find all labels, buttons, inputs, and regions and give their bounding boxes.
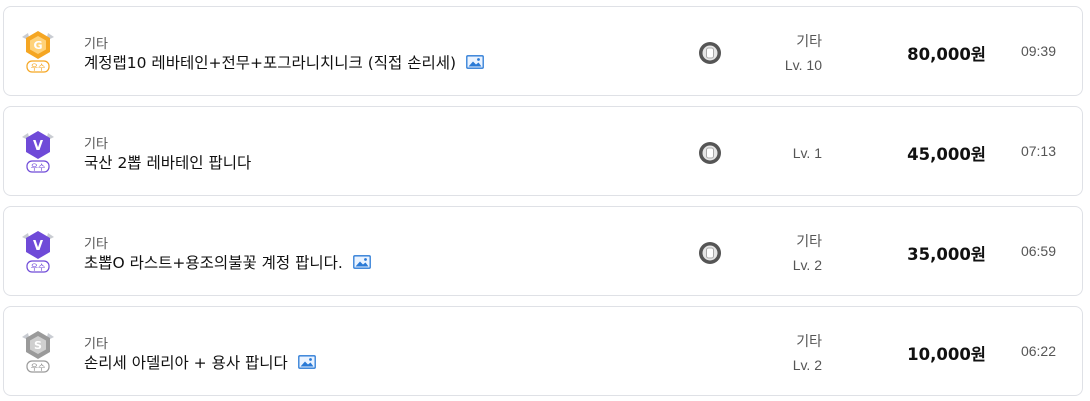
meta-category: 기타: [796, 33, 822, 49]
listing-card[interactable]: V 우수 기타 국산 2뽑 레바테인 팝니다 Lv. 1 45,000원 07:…: [3, 106, 1083, 196]
badge-label: 우수: [31, 63, 46, 72]
seller-status-icon: [698, 41, 722, 65]
listing-price: 35,000원: [907, 245, 986, 264]
meta-category: 기타: [796, 233, 822, 249]
silver-grade-badge-icon: S 우수: [18, 327, 58, 379]
listing-category: 기타: [84, 336, 108, 351]
listing-card[interactable]: G 우수 기타 계정랩10 레바테인+전무+포그라니치니크 (직접 손리세) 기…: [3, 6, 1083, 96]
vip-grade-badge-icon: V 우수: [18, 227, 58, 279]
account-level: Lv. 2: [792, 257, 822, 273]
badge-letter: V: [33, 139, 43, 154]
listing-time: 06:22: [1020, 343, 1056, 359]
listing-title-text: 계정랩10 레바테인+전무+포그라니치니크 (직접 손리세): [84, 54, 457, 72]
gold-grade-badge-icon: G 우수: [18, 27, 58, 79]
listing-meta: 기타 Lv. 10: [785, 31, 822, 73]
seller-status-icon: [698, 241, 722, 265]
listing-title[interactable]: 손리세 아델리아 + 용사 팝니다: [84, 351, 316, 373]
listing-card[interactable]: V 우수 기타 초뽑O 라스트+용조의불꽃 계정 팝니다. 기타 Lv. 2 3…: [3, 206, 1083, 296]
listing-meta: 기타 Lv. 2: [793, 331, 822, 373]
listing-meta: 기타 Lv. 2: [793, 231, 822, 273]
listing-title-text: 초뽑O 라스트+용조의불꽃 계정 팝니다.: [84, 254, 343, 272]
badge-letter: G: [33, 39, 42, 52]
listing-title[interactable]: 계정랩10 레바테인+전무+포그라니치니크 (직접 손리세): [84, 51, 484, 73]
badge-label: 우수: [31, 163, 46, 172]
image-attachment-icon: [297, 355, 316, 369]
vip-grade-badge-icon: V 우수: [18, 127, 58, 179]
listing-price: 80,000원: [907, 45, 986, 64]
listing-time: 07:13: [1020, 143, 1056, 159]
listing-category: 기타: [84, 36, 108, 51]
listing-title-text: 국산 2뽑 레바테인 팝니다: [84, 154, 252, 172]
listing-title[interactable]: 초뽑O 라스트+용조의불꽃 계정 팝니다.: [84, 251, 371, 273]
seller-status-icon: [698, 141, 722, 165]
badge-letter: S: [34, 339, 42, 352]
listing-time: 09:39: [1020, 43, 1056, 59]
image-attachment-icon: [466, 55, 484, 69]
listing-price: 10,000원: [907, 345, 986, 364]
account-level: Lv. 2: [792, 357, 822, 373]
listing-title[interactable]: 국산 2뽑 레바테인 팝니다: [84, 151, 251, 173]
image-attachment-icon: [352, 255, 371, 269]
listing-time: 06:59: [1020, 243, 1056, 259]
listing-meta: Lv. 1: [793, 145, 822, 161]
badge-label: 우수: [31, 363, 46, 372]
listing-title-text: 손리세 아델리아 + 용사 팝니다: [84, 354, 288, 372]
badge-label: 우수: [31, 263, 46, 272]
listing-category: 기타: [84, 136, 108, 151]
account-level: Lv. 1: [792, 145, 822, 161]
account-level: Lv. 10: [784, 57, 822, 73]
listing-price: 45,000원: [907, 145, 986, 164]
listing-category: 기타: [84, 236, 108, 251]
meta-category: 기타: [796, 333, 822, 349]
badge-letter: V: [33, 239, 43, 254]
listing-card[interactable]: S 우수 기타 손리세 아델리아 + 용사 팝니다 기타 Lv. 2 10,00…: [3, 306, 1083, 396]
